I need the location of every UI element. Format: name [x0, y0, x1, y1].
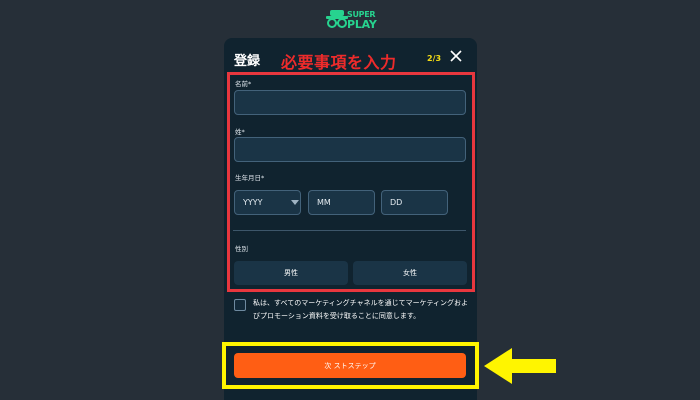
step-indicator: 2/3 [427, 54, 442, 63]
marketing-consent-text: 私は、すべてのマーケティングチャネルを通じてマーケティングおよびプロモーション資… [253, 299, 469, 320]
close-icon[interactable] [447, 47, 465, 65]
modal-title: 登録 [234, 54, 261, 69]
year-dropdown-toggle[interactable] [289, 190, 301, 215]
next-step-button[interactable]: 次 ストステップ [234, 353, 466, 378]
superplay-logo: SUPER PLAY [326, 6, 377, 34]
birth-month-placeholder: MM [317, 198, 331, 207]
caret-down-icon [291, 200, 299, 205]
birth-year-placeholder: YYYY [243, 198, 263, 207]
first-name-field[interactable] [234, 90, 466, 115]
birth-day-field[interactable]: DD [381, 190, 448, 215]
gender-label: 性別 [235, 245, 248, 253]
annotation-text: 必要事項を入力 [281, 53, 397, 72]
glasses-logo-icon [326, 10, 348, 28]
birth-year-select[interactable]: YYYY [234, 190, 290, 215]
last-name-field[interactable] [234, 137, 466, 162]
last-name-label: 姓* [235, 128, 245, 136]
first-name-label: 名前* [235, 80, 252, 88]
logo-wordmark: SUPER PLAY [347, 10, 377, 31]
birth-month-field[interactable]: MM [308, 190, 375, 215]
arrow-left-icon [484, 348, 556, 384]
section-divider [233, 230, 466, 231]
logo-line2: PLAY [347, 18, 377, 31]
birthdate-label: 生年月日* [235, 174, 265, 182]
gender-female-button[interactable]: 女性 [353, 261, 467, 285]
gender-male-button[interactable]: 男性 [234, 261, 348, 285]
birth-day-placeholder: DD [390, 198, 403, 207]
marketing-consent-checkbox[interactable] [234, 299, 246, 311]
